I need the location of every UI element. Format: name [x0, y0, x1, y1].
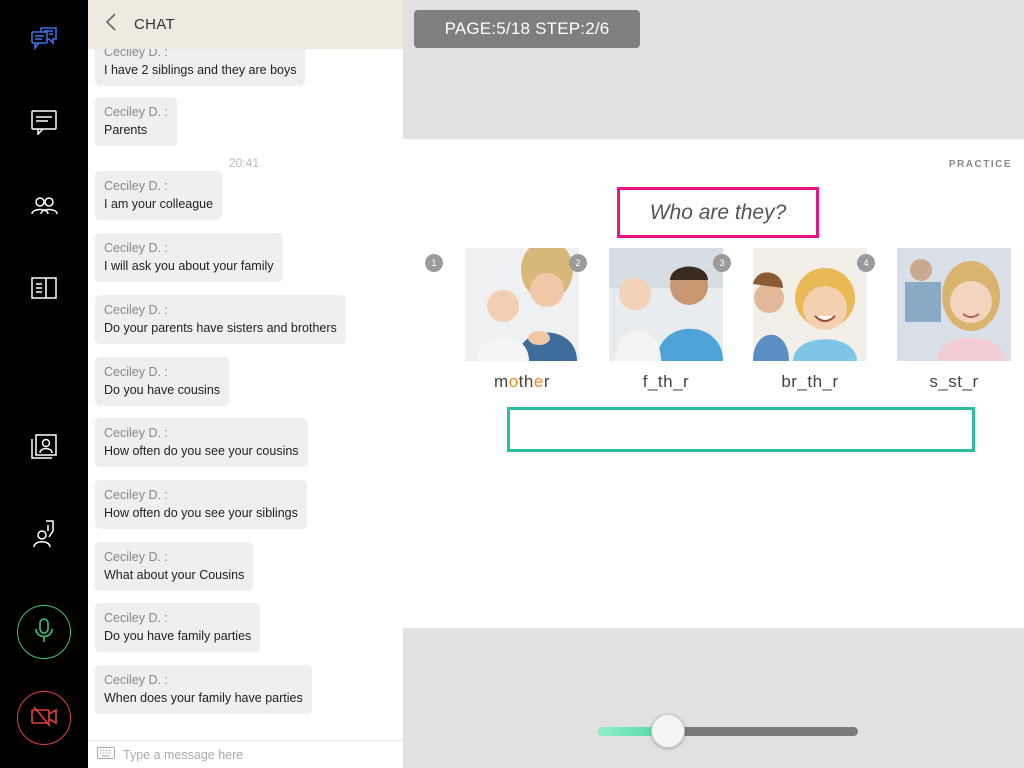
- message-text: How often do you see your cousins: [104, 444, 299, 458]
- participants-icon[interactable]: [0, 186, 88, 226]
- back-button[interactable]: [88, 0, 134, 49]
- practice-label: PRACTICE: [948, 159, 1012, 170]
- card-number: 2: [569, 254, 587, 272]
- father-photo: [609, 248, 723, 361]
- chat-panel: CHAT Ceciley D. : I have 2 siblings and …: [88, 0, 403, 768]
- word-part: m: [494, 372, 509, 391]
- message-list[interactable]: Ceciley D. : I have 2 siblings and they …: [88, 0, 403, 740]
- raise-hand-icon[interactable]: [0, 514, 88, 554]
- word-part-highlight: e: [533, 372, 544, 391]
- camera-button[interactable]: [17, 691, 71, 745]
- keyboard-icon[interactable]: [97, 746, 115, 764]
- microphone-icon: [34, 617, 54, 648]
- message-text: I am your colleague: [104, 197, 214, 211]
- message-text: How often do you see your siblings: [104, 506, 298, 520]
- contact-card-icon[interactable]: [0, 426, 88, 466]
- card-number: 1: [425, 254, 443, 272]
- book-icon[interactable]: [0, 268, 88, 308]
- message-author: Ceciley D. :: [104, 611, 168, 625]
- chat-message: Ceciley D. : What about your Cousins: [95, 542, 254, 591]
- chat-icon[interactable]: [0, 20, 88, 60]
- message-text: Do your parents have sisters and brother…: [104, 321, 337, 335]
- message-author: Ceciley D. :: [104, 365, 168, 379]
- chat-message: Ceciley D. : Do your parents have sister…: [95, 295, 346, 344]
- card-word: f_th_r: [642, 372, 690, 391]
- message-text: What about your Cousins: [104, 568, 245, 582]
- card-word: s_st_r: [929, 372, 979, 391]
- message-text: I have 2 siblings and they are boys: [104, 63, 297, 77]
- chat-message: Ceciley D. : How often do you see your c…: [95, 418, 308, 467]
- message-author: Ceciley D. :: [104, 426, 168, 440]
- page-slider[interactable]: [598, 714, 858, 748]
- chat-message: Ceciley D. : I will ask you about your f…: [95, 233, 283, 282]
- mother-photo: [465, 248, 579, 361]
- sister-photo: [897, 248, 1011, 361]
- message-author: Ceciley D. :: [104, 105, 168, 119]
- word-part: th: [518, 372, 534, 391]
- message-text: Do you have family parties: [104, 629, 252, 643]
- answer-input-box[interactable]: [507, 407, 975, 452]
- slide-title-box: Who are they?: [617, 187, 819, 238]
- chat-message: Ceciley D. : When does your family have …: [95, 665, 312, 714]
- word-part: r: [543, 372, 550, 391]
- message-author: Ceciley D. :: [104, 241, 168, 255]
- notes-icon[interactable]: [0, 102, 88, 142]
- left-toolbar: [0, 0, 88, 768]
- message-author: Ceciley D. :: [104, 550, 168, 564]
- message-author: Ceciley D. :: [104, 303, 168, 317]
- message-text: I will ask you about your family: [104, 259, 274, 273]
- chat-message: Ceciley D. : I am your colleague: [95, 171, 223, 220]
- message-text: When does your family have parties: [104, 691, 303, 705]
- chat-header: CHAT: [88, 0, 403, 49]
- back-icon: [105, 12, 117, 37]
- message-author: Ceciley D. :: [104, 673, 168, 687]
- card-number: 4: [857, 254, 875, 272]
- message-author: Ceciley D. :: [104, 179, 168, 193]
- card-number: 3: [713, 254, 731, 272]
- microphone-button[interactable]: [17, 605, 71, 659]
- message-text: Parents: [104, 123, 148, 137]
- slide-title: Who are they?: [649, 200, 787, 224]
- word-part-highlight: o: [508, 372, 519, 391]
- brother-photo: [753, 248, 867, 361]
- card-word: mother: [465, 372, 579, 392]
- family-card[interactable]: 3 br_th_r: [713, 248, 867, 392]
- chat-message: Ceciley D. : Do you have cousins: [95, 357, 230, 406]
- message-author: Ceciley D. :: [104, 488, 168, 502]
- slider-thumb[interactable]: [651, 714, 686, 748]
- card-word: br_th_r: [781, 372, 839, 391]
- message-input[interactable]: [123, 747, 383, 762]
- chat-message: Ceciley D. : How often do you see your s…: [95, 480, 307, 529]
- message-timestamp: 20:41: [229, 156, 260, 170]
- family-card[interactable]: 1 mother: [425, 248, 579, 392]
- chat-input-bar: [88, 740, 403, 768]
- chat-message: Ceciley D. : Do you have family parties: [95, 603, 261, 652]
- family-card[interactable]: 2 f_th_r: [569, 248, 723, 392]
- chat-title: CHAT: [134, 16, 175, 33]
- lesson-slide: PRACTICE Who are they? 1 mother 2 f_th_r…: [403, 139, 1024, 628]
- chat-message: Ceciley D. : Parents: [95, 97, 177, 146]
- page-step-badge: PAGE:5/18 STEP:2/6: [414, 10, 640, 48]
- message-text: Do you have cousins: [104, 383, 221, 397]
- camera-off-icon: [30, 705, 58, 732]
- family-card[interactable]: 4 s_st_r: [857, 248, 1011, 392]
